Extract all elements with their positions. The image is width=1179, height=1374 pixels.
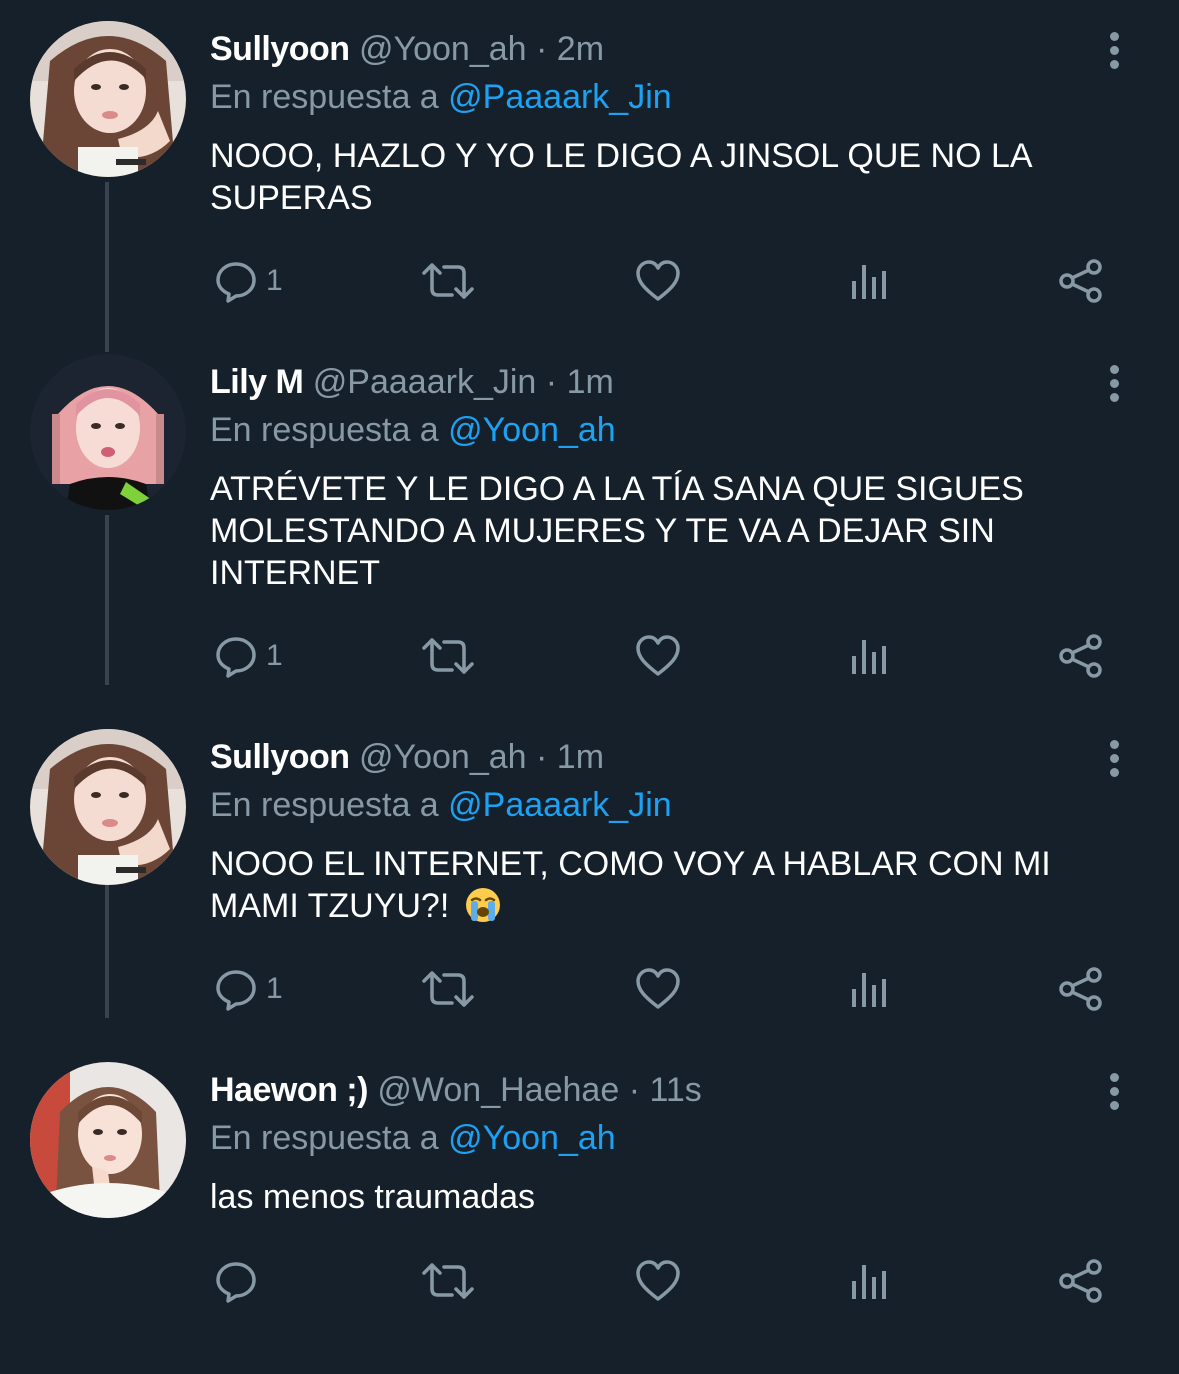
reply-button[interactable]: [214, 1258, 266, 1304]
tweet-text: ATRÉVETE Y LE DIGO A LA TÍA SANA QUE SIG…: [210, 470, 1024, 592]
tweet-header: Lily M @Paaaark_Jin · 1m: [210, 361, 614, 403]
retweet-button[interactable]: [422, 966, 474, 1012]
tweet-text: las menos traumadas: [210, 1178, 536, 1216]
retweet-icon: [422, 1263, 474, 1299]
heart-icon: [636, 635, 680, 676]
reply-count: 1: [266, 264, 283, 297]
reply-prefix: En respuesta a: [210, 411, 439, 449]
analytics-button[interactable]: [850, 966, 888, 1012]
reply-context: En respuesta a @Yoon_ah: [210, 409, 616, 451]
reply-context: En respuesta a @Paaaark_Jin: [210, 784, 672, 826]
tweet[interactable]: Lily M @Paaaark_Jin · 1m En respuesta a …: [0, 333, 1179, 678]
share-button[interactable]: [1058, 966, 1104, 1012]
share-icon: [1059, 634, 1102, 678]
heart-icon: [636, 1260, 680, 1301]
tweet-actions: 1: [0, 633, 1179, 679]
reply-mention-link[interactable]: @Paaaark_Jin: [448, 78, 672, 116]
share-button[interactable]: [1058, 1258, 1104, 1304]
reply-mention-link[interactable]: @Yoon_ah: [448, 1119, 616, 1157]
more-options-button[interactable]: [1100, 736, 1130, 780]
tweet-actions: 1: [0, 966, 1179, 1012]
tweet[interactable]: Sullyoon @Yoon_ah · 1m En respuesta a @P…: [0, 708, 1179, 1041]
timestamp[interactable]: 1m: [557, 738, 604, 776]
retweet-button[interactable]: [422, 633, 474, 679]
analytics-icon: [852, 973, 886, 1007]
retweet-icon: [422, 971, 474, 1007]
share-icon: [1059, 259, 1102, 303]
like-button[interactable]: [635, 633, 681, 679]
like-button[interactable]: [635, 1258, 681, 1304]
retweet-icon: [422, 263, 474, 299]
tweet[interactable]: Haewon ;) @Won_Haehae · 11s En respuesta…: [0, 1041, 1179, 1374]
avatar[interactable]: [30, 354, 186, 510]
reply-count: 1: [266, 972, 283, 1005]
reply-context: En respuesta a @Paaaark_Jin: [210, 76, 672, 118]
analytics-button[interactable]: [850, 258, 888, 304]
analytics-icon: [852, 1265, 886, 1299]
separator-dot: ·: [628, 1071, 641, 1109]
username[interactable]: @Yoon_ah: [359, 30, 527, 68]
retweet-icon: [422, 638, 474, 674]
share-icon: [1059, 967, 1102, 1011]
tweet[interactable]: Sullyoon @Yoon_ah · 2m En respuesta a @P…: [0, 0, 1179, 333]
avatar[interactable]: [30, 729, 186, 885]
separator-dot: ·: [545, 363, 558, 401]
share-button[interactable]: [1058, 633, 1104, 679]
reply-button[interactable]: 1: [214, 966, 283, 1012]
display-name[interactable]: Sullyoon: [210, 738, 350, 776]
more-options-button[interactable]: [1100, 361, 1130, 405]
reply-context: En respuesta a @Yoon_ah: [210, 1117, 616, 1159]
timestamp[interactable]: 11s: [649, 1071, 701, 1109]
reply-button[interactable]: 1: [214, 258, 283, 304]
analytics-button[interactable]: [850, 633, 888, 679]
reply-prefix: En respuesta a: [210, 78, 439, 116]
heart-icon: [636, 968, 680, 1009]
analytics-icon: [852, 265, 886, 299]
tweet-header: Haewon ;) @Won_Haehae · 11s: [210, 1069, 702, 1111]
reply-prefix: En respuesta a: [210, 786, 439, 824]
analytics-button[interactable]: [850, 1258, 888, 1304]
reply-icon: [216, 970, 256, 1011]
timestamp[interactable]: 1m: [567, 363, 614, 401]
reply-prefix: En respuesta a: [210, 1119, 439, 1157]
reply-button[interactable]: 1: [214, 633, 283, 679]
display-name[interactable]: Sullyoon: [210, 30, 350, 68]
tweet-text-container: NOOO EL INTERNET, COMO VOY A HABLAR CON …: [210, 843, 1080, 927]
reply-mention-link[interactable]: @Paaaark_Jin: [448, 786, 672, 824]
analytics-icon: [852, 640, 886, 674]
more-options-button[interactable]: [1100, 1069, 1130, 1113]
username[interactable]: @Yoon_ah: [359, 738, 527, 776]
avatar[interactable]: [30, 1062, 186, 1218]
retweet-button[interactable]: [422, 258, 474, 304]
display-name[interactable]: Haewon ;): [210, 1071, 368, 1109]
reply-mention-link[interactable]: @Yoon_ah: [448, 411, 616, 449]
separator-dot: ·: [536, 30, 548, 68]
reply-icon: [216, 1262, 256, 1303]
display-name[interactable]: Lily M: [210, 363, 304, 401]
share-icon: [1059, 1259, 1102, 1303]
reply-count: 1: [266, 639, 283, 672]
separator-dot: ·: [536, 738, 548, 776]
tweet-actions: 1: [0, 258, 1179, 304]
tweet-header: Sullyoon @Yoon_ah · 2m: [210, 28, 604, 70]
tweet-actions: [0, 1258, 1179, 1304]
tweet-header: Sullyoon @Yoon_ah · 1m: [210, 736, 604, 778]
loudly-crying-face-emoji: [465, 888, 500, 922]
reply-icon: [216, 262, 256, 303]
heart-icon: [636, 260, 680, 301]
retweet-button[interactable]: [422, 1258, 474, 1304]
timestamp[interactable]: 2m: [557, 30, 604, 68]
share-button[interactable]: [1058, 258, 1104, 304]
more-options-button[interactable]: [1100, 28, 1130, 72]
like-button[interactable]: [635, 258, 681, 304]
like-button[interactable]: [635, 966, 681, 1012]
reply-icon: [216, 637, 256, 678]
tweet-text: NOOO, HAZLO Y YO LE DIGO A JINSOL QUE NO…: [210, 137, 1031, 217]
tweet-text: NOOO EL INTERNET, COMO VOY A HABLAR CON …: [210, 845, 1051, 925]
username[interactable]: @Paaaark_Jin: [313, 363, 537, 401]
username[interactable]: @Won_Haehae: [377, 1071, 619, 1109]
avatar[interactable]: [30, 21, 186, 177]
